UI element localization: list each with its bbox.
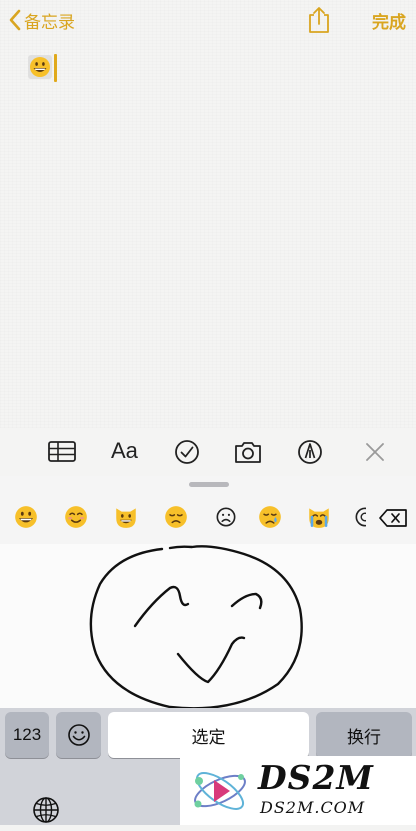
globe-icon: [33, 797, 59, 823]
note-toolbar: Aa: [0, 428, 416, 477]
backspace-icon: [379, 509, 407, 527]
watermark-title: DS2M: [258, 758, 374, 797]
grinning-face-emoji: [28, 55, 52, 79]
camera-button[interactable]: [233, 438, 263, 466]
text-cursor: [54, 54, 57, 82]
watermark-subtitle: DS2M.COM: [260, 798, 366, 817]
numbers-key[interactable]: 123: [5, 712, 49, 758]
crying-face-emoji-button[interactable]: [257, 504, 283, 530]
emoji-smile-icon: [67, 724, 90, 746]
close-icon: [366, 443, 384, 461]
emoji-key[interactable]: [56, 712, 101, 758]
markup-pen-icon: [298, 440, 322, 464]
return-key[interactable]: 换行: [316, 712, 412, 758]
drag-handle[interactable]: [189, 482, 229, 487]
emoji-suggestion-bar: [0, 492, 416, 544]
delete-key[interactable]: [366, 502, 416, 544]
handwriting-canvas[interactable]: [0, 544, 416, 710]
frowning-face-emoji-button[interactable]: [213, 504, 239, 530]
partial-emoji-button[interactable]: [352, 504, 366, 530]
note-area[interactable]: 备忘录 完成: [0, 0, 416, 428]
back-label: 备忘录: [24, 12, 75, 32]
share-icon: [309, 7, 329, 33]
grinning-cat-emoji-button[interactable]: [113, 504, 139, 530]
chevron-left-icon: [9, 9, 21, 31]
share-button[interactable]: [305, 5, 333, 35]
table-icon: [48, 441, 76, 462]
disappointed-face-emoji-button[interactable]: [163, 504, 189, 530]
grinning-face-emoji-button[interactable]: [13, 504, 39, 530]
close-toolbar-button[interactable]: [362, 438, 388, 466]
checklist-button[interactable]: [173, 438, 201, 466]
back-button[interactable]: 备忘录: [8, 6, 75, 34]
space-key[interactable]: 选定: [108, 712, 309, 758]
crying-cat-emoji-button[interactable]: [306, 504, 332, 530]
table-button[interactable]: [47, 438, 77, 466]
camera-icon: [235, 442, 261, 463]
markup-button[interactable]: [296, 438, 324, 466]
globe-key[interactable]: [30, 794, 62, 831]
watermark: DS2M DS2M.COM: [180, 756, 416, 825]
atom-logo-icon: [194, 772, 246, 810]
keyboard-handle-area[interactable]: [0, 476, 416, 492]
checklist-icon: [175, 440, 199, 464]
done-button[interactable]: 完成: [372, 8, 406, 33]
smiling-face-emoji-button[interactable]: [63, 504, 89, 530]
format-button[interactable]: Aa: [111, 438, 138, 466]
handwriting-stroke: [89, 545, 303, 710]
